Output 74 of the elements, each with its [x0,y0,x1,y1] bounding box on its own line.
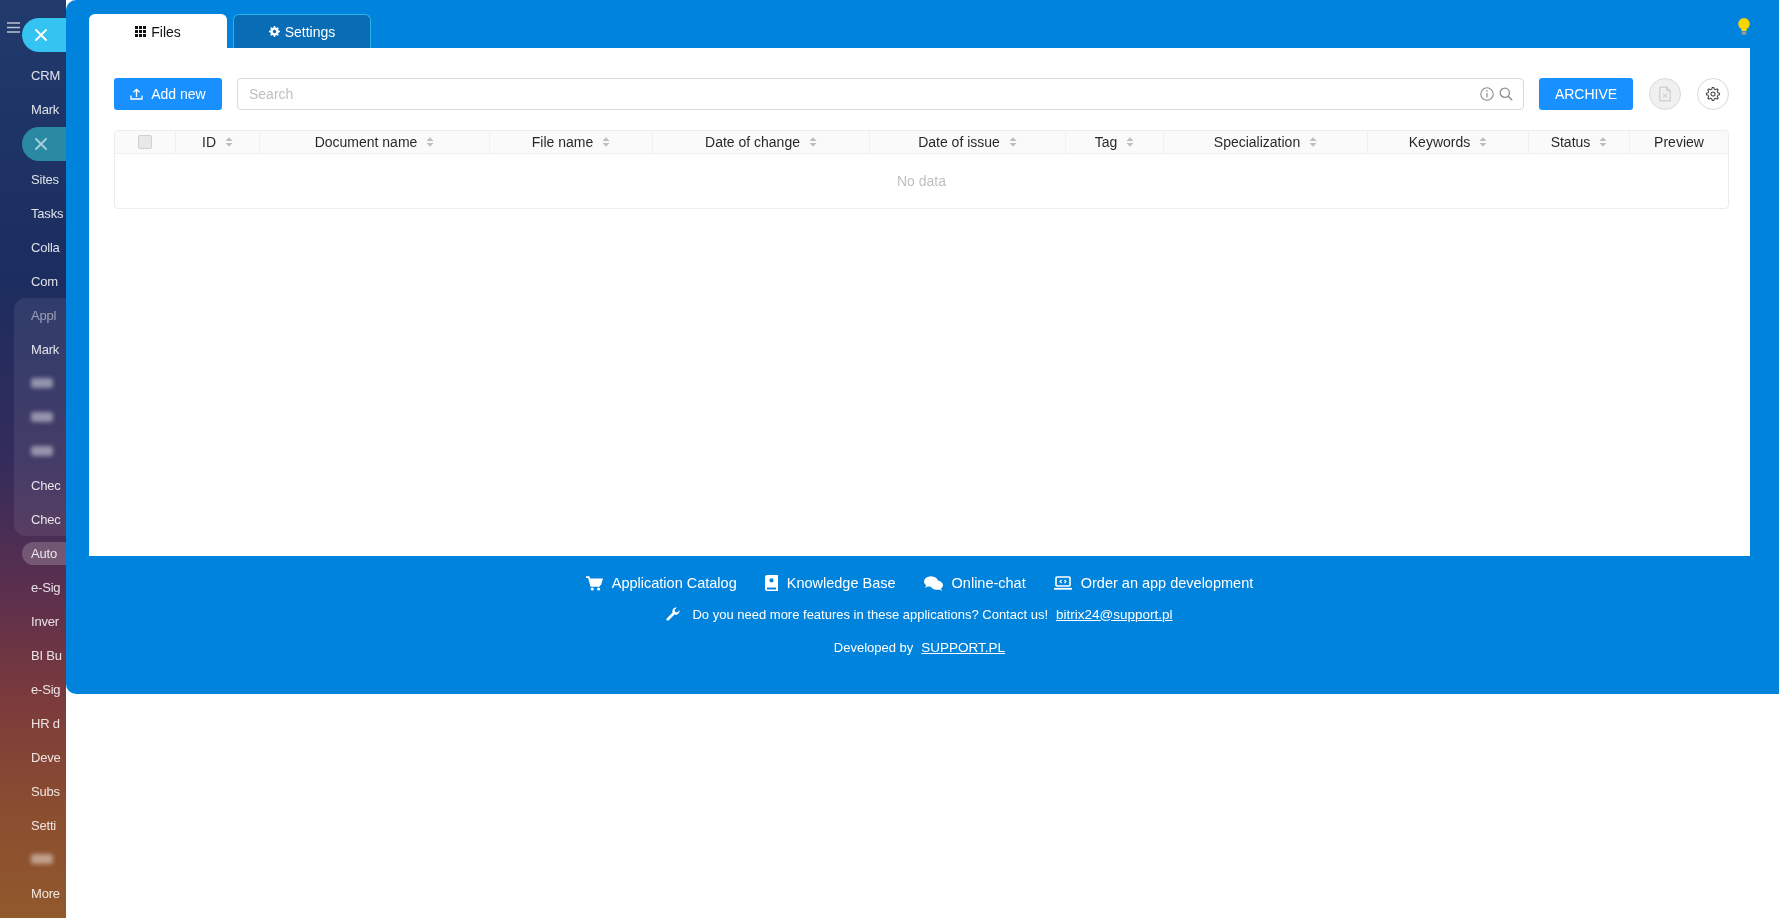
column-header[interactable]: Tag [1065,131,1163,153]
sidebar-item[interactable]: Colla [22,235,60,259]
sidebar-group-title[interactable]: Appl [22,303,57,327]
settings-button[interactable] [1697,78,1729,110]
sidebar-item[interactable]: Chec [22,473,61,497]
sort-icon [1008,136,1017,148]
search-icon[interactable] [1499,87,1513,101]
sort-icon [426,136,435,148]
sidebar-item[interactable]: CRM [22,63,60,87]
blurred-label [31,854,53,864]
laptop-icon [1053,576,1072,590]
email-link[interactable]: bitrix24@support.pl [1056,606,1173,622]
tab[interactable]: Files [89,14,227,48]
sidebar-item[interactable]: Inver [22,609,59,633]
cart-icon [585,575,603,591]
sort-icon [1126,136,1135,148]
close-icon [35,138,47,150]
sidebar-item[interactable]: Setti [22,813,56,837]
empty-text: No data [896,173,946,189]
grid-icon [135,26,147,37]
file-icon [1659,86,1671,102]
sort-icon [1309,136,1318,148]
sidebar-item[interactable]: Chec [22,507,61,531]
close-icon [35,29,47,41]
column-header[interactable]: File name [489,131,652,153]
footer-link[interactable]: Knowledge Base [764,575,896,591]
blurred-label [31,412,53,422]
sidebar-item[interactable]: e-Sig [22,575,61,599]
search-field[interactable]: Search [237,78,1524,110]
sidebar-item[interactable]: Auto [22,541,66,565]
sidebar-item[interactable]: Subs [22,779,60,803]
sidebar-item[interactable]: Tasks [22,201,64,225]
column-header[interactable]: Specialization [1163,131,1367,153]
footer-link[interactable]: Online-chat [923,575,1026,591]
sidebar-item[interactable]: e-Sig [22,677,61,701]
column-header[interactable]: Date of change [652,131,869,153]
column-header[interactable]: Date of issue [869,131,1065,153]
footer-link[interactable]: Order an app development [1053,575,1254,591]
column-header: Preview [1629,131,1728,153]
close-button[interactable] [22,18,66,52]
book-icon [764,575,778,591]
credit-text: Developed by [833,639,914,655]
lightbulb-icon[interactable] [1738,18,1750,35]
sidebar-item[interactable]: HR d [22,711,60,735]
contact-text: Do you need more features in these applications? Contact us! [692,606,1048,622]
sidebar-item[interactable]: BI Bu [22,643,62,667]
tab[interactable]: Settings [233,14,371,48]
sort-icon [809,136,817,148]
blurred-label [31,446,53,456]
sidebar-item[interactable]: Mark [22,337,60,361]
info-icon[interactable] [1480,87,1494,101]
column-header[interactable]: Keywords [1367,131,1528,153]
upload-icon [130,88,144,100]
sort-icon [1479,136,1488,148]
chat-icon [923,575,943,591]
sidebar-item[interactable]: Com [22,269,58,293]
sort-icon [225,136,233,148]
column-header[interactable]: Document name [259,131,489,153]
settings-icon [1705,86,1721,102]
sidebar-item[interactable]: Deve [22,745,61,769]
column-header[interactable]: Status [1528,131,1629,153]
column-header[interactable]: ID [175,131,259,153]
sort-icon [1599,136,1608,148]
menu-icon[interactable] [7,22,20,33]
sort-icon [602,136,611,148]
footer-link[interactable]: Application Catalog [585,575,737,591]
blurred-label [31,378,53,388]
sidebar-item[interactable]: Mark [22,97,60,121]
sidebar-item[interactable]: More [22,881,60,905]
close-button[interactable] [22,127,66,161]
sidebar-item[interactable]: Sites [22,167,59,191]
gear-icon [268,26,280,37]
wrench-icon [666,607,681,621]
credit-link[interactable]: SUPPORT.PL [921,639,1006,655]
